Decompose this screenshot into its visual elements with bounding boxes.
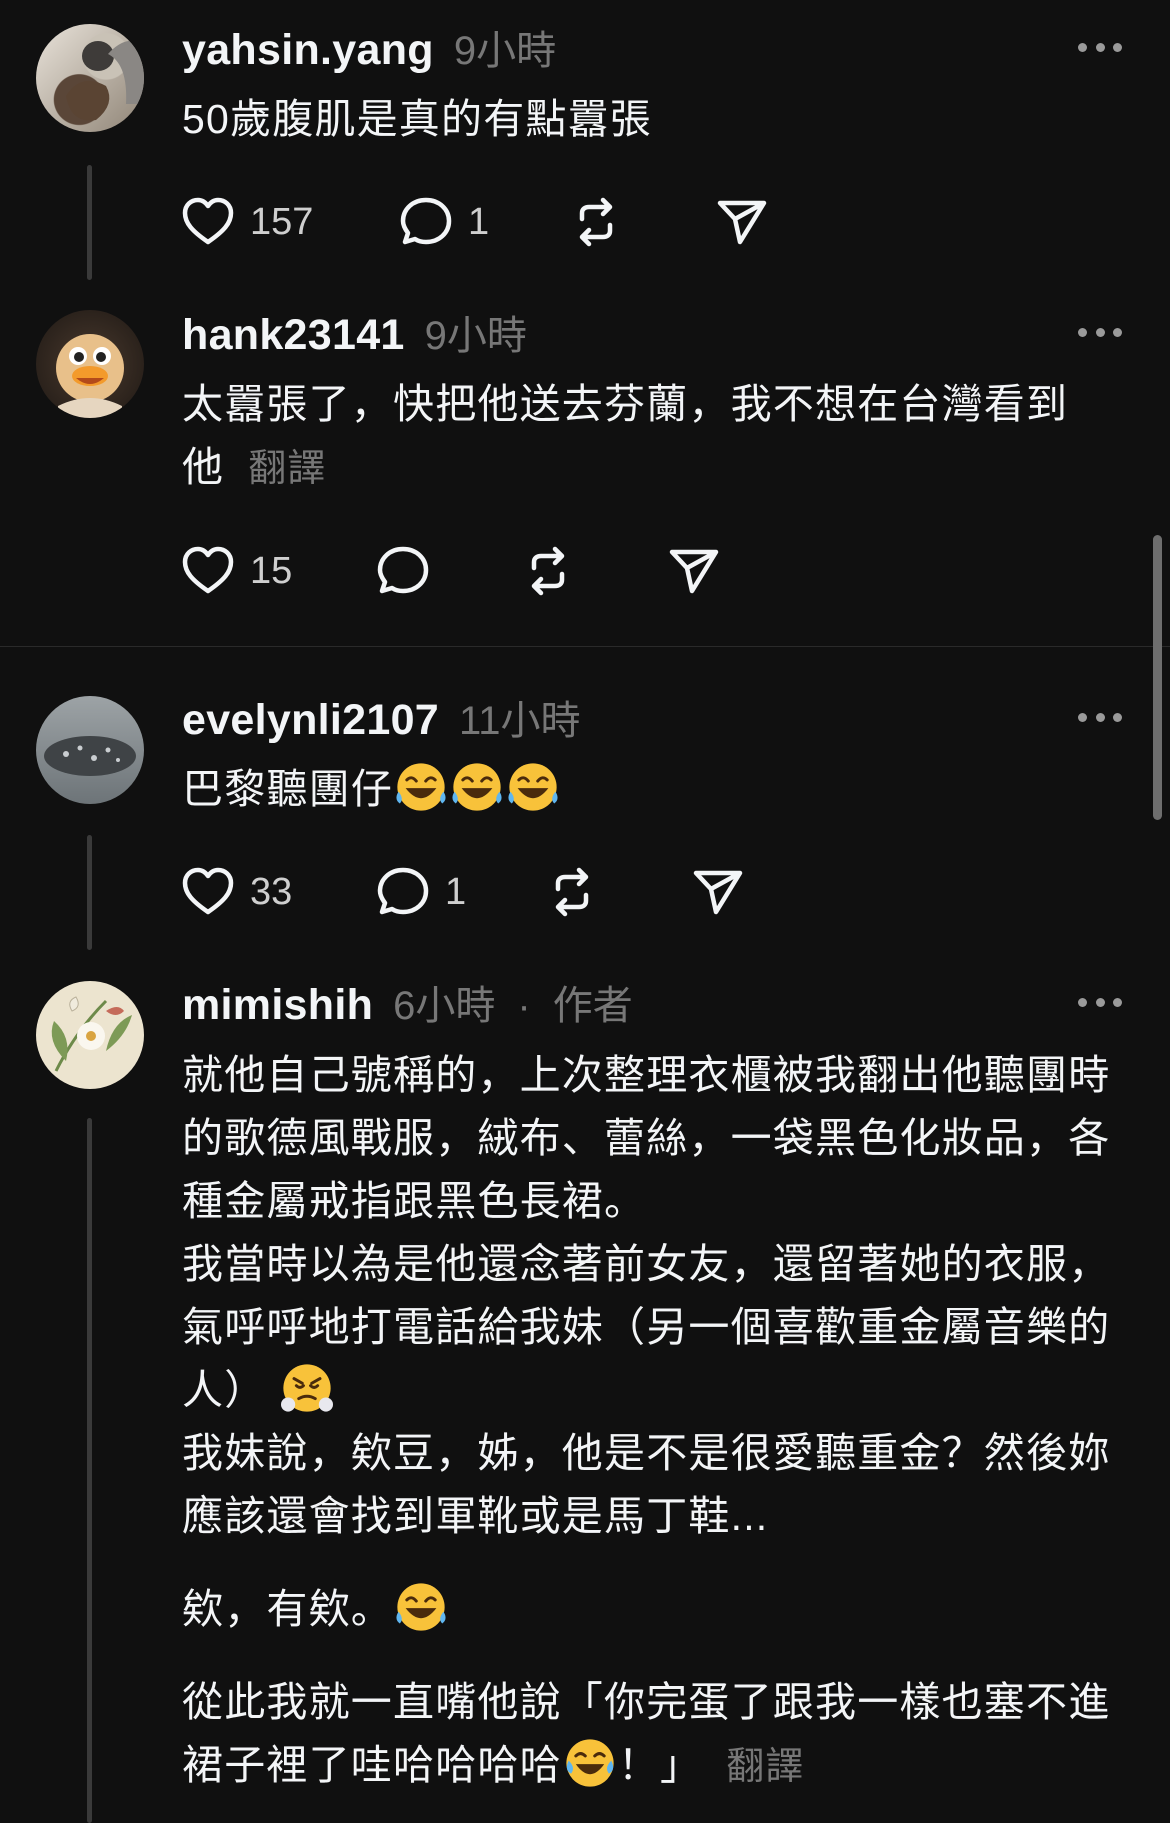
- comment-text: 50歲腹肌是真的有點囂張: [182, 88, 1132, 151]
- reply-count: 1: [445, 870, 467, 913]
- comment-line: 他: [182, 444, 225, 490]
- comment-line: 氣呼呼地打電話給我妹（另一個喜歡重金屬音樂的: [182, 1304, 1111, 1350]
- avatar-image: [44, 736, 136, 776]
- tears-of-joy-emoji: [564, 1737, 615, 1789]
- translate-link[interactable]: 翻譯: [248, 448, 326, 490]
- share-button[interactable]: [690, 862, 746, 922]
- thread-divider: [0, 646, 1170, 647]
- more-icon[interactable]: [1078, 711, 1122, 723]
- comment-line: 欸，有欸。: [182, 1586, 393, 1632]
- reply-button[interactable]: 1: [375, 862, 466, 922]
- share-button[interactable]: [666, 541, 722, 601]
- comment-line: 就他自己號稱的，上次整理衣櫃被我翻出他聽團時: [182, 1052, 1111, 1098]
- heart-icon: [180, 864, 236, 920]
- comment-icon: [375, 543, 431, 599]
- rolling-laughing-emoji: [395, 1581, 447, 1633]
- thread-line: [87, 835, 92, 950]
- comment-text: 就他自己號稱的，上次整理衣櫃被我翻出他聽團時 的歌德風戰服，絨布、蕾絲，一袋黑色…: [182, 1044, 1132, 1799]
- comment-line: 應該還會找到軍靴或是馬丁鞋...: [182, 1493, 769, 1539]
- repost-button[interactable]: [520, 541, 576, 601]
- send-icon: [714, 194, 770, 250]
- username[interactable]: hank23141: [182, 311, 405, 360]
- repost-icon: [520, 543, 576, 599]
- comment-line: 人）: [182, 1367, 267, 1413]
- thread-line: [87, 1118, 92, 1823]
- timestamp: 6小時: [393, 984, 496, 1028]
- repost-button[interactable]: [544, 862, 600, 922]
- username[interactable]: yahsin.yang: [182, 26, 434, 75]
- username[interactable]: evelynli2107: [182, 696, 439, 745]
- send-icon: [666, 543, 722, 599]
- comment-text: 太囂張了，快把他送去芬蘭，我不想在台灣看到 他翻譯: [182, 373, 1132, 501]
- translate-link[interactable]: 翻譯: [726, 1746, 804, 1788]
- more-icon[interactable]: [1078, 326, 1122, 338]
- comment-line: 我妹說，欸豆，姊，他是不是很愛聽重金？然後妳: [182, 1430, 1111, 1476]
- comment-line: 太囂張了，快把他送去芬蘭，我不想在台灣看到: [182, 381, 1069, 427]
- reply-count: 1: [468, 200, 490, 243]
- reply-button[interactable]: [375, 541, 431, 601]
- like-count: 157: [250, 200, 314, 243]
- repost-icon: [544, 864, 600, 920]
- comment-line: 裙子裡了哇哈哈哈哈: [182, 1742, 562, 1788]
- comment-line: 的歌德風戰服，絨布、蕾絲，一袋黑色化妝品，各: [182, 1115, 1111, 1161]
- comment-line: 我當時以為是他還念著前女友，還留著她的衣服，: [182, 1241, 1111, 1287]
- avatar-image: [66, 40, 144, 121]
- comment-line: 50歲腹肌是真的有點囂張: [182, 96, 653, 142]
- heart-icon: [180, 543, 236, 599]
- scrollbar[interactable]: [1153, 535, 1162, 820]
- comment-line: 巴黎聽團仔: [182, 766, 393, 812]
- separator-dot: ·: [517, 984, 531, 1028]
- avatar[interactable]: [36, 310, 144, 418]
- rolling-laughing-emoji: [395, 761, 447, 813]
- avatar[interactable]: [36, 24, 144, 132]
- repost-button[interactable]: [568, 192, 624, 252]
- comment-text: 巴黎聽團仔: [182, 758, 1132, 821]
- rolling-laughing-emoji: [507, 761, 559, 813]
- username[interactable]: mimishih: [182, 981, 373, 1030]
- like-button[interactable]: 15: [180, 541, 292, 601]
- more-icon[interactable]: [1078, 996, 1122, 1008]
- avatar[interactable]: [36, 981, 144, 1089]
- like-button[interactable]: 33: [180, 862, 292, 922]
- comment-line: 種金屬戒指跟黑色長裙。: [182, 1178, 647, 1224]
- rolling-laughing-emoji: [451, 761, 503, 813]
- like-button[interactable]: 157: [180, 192, 313, 252]
- thread-line: [87, 165, 92, 280]
- reply-button[interactable]: 1: [398, 192, 489, 252]
- author-badge: 作者: [552, 984, 633, 1028]
- huffing-emoji: [281, 1362, 333, 1414]
- comment-icon: [375, 864, 431, 920]
- avatar-image: [51, 996, 132, 1072]
- avatar[interactable]: [36, 696, 144, 804]
- timestamp: 11小時: [459, 699, 581, 743]
- like-count: 33: [250, 870, 293, 913]
- heart-icon: [180, 194, 236, 250]
- repost-icon: [568, 194, 624, 250]
- comment-icon: [398, 194, 454, 250]
- timestamp: 9小時: [424, 314, 527, 358]
- timestamp: 9小時: [453, 29, 557, 73]
- like-count: 15: [250, 549, 293, 592]
- comment-line: 從此我就一直嘴他說「你完蛋了跟我一樣也塞不進: [182, 1679, 1111, 1725]
- comment-line: ！」: [617, 1742, 703, 1788]
- share-button[interactable]: [714, 192, 770, 252]
- avatar-image: [56, 334, 124, 418]
- more-icon[interactable]: [1078, 41, 1122, 53]
- send-icon: [690, 864, 746, 920]
